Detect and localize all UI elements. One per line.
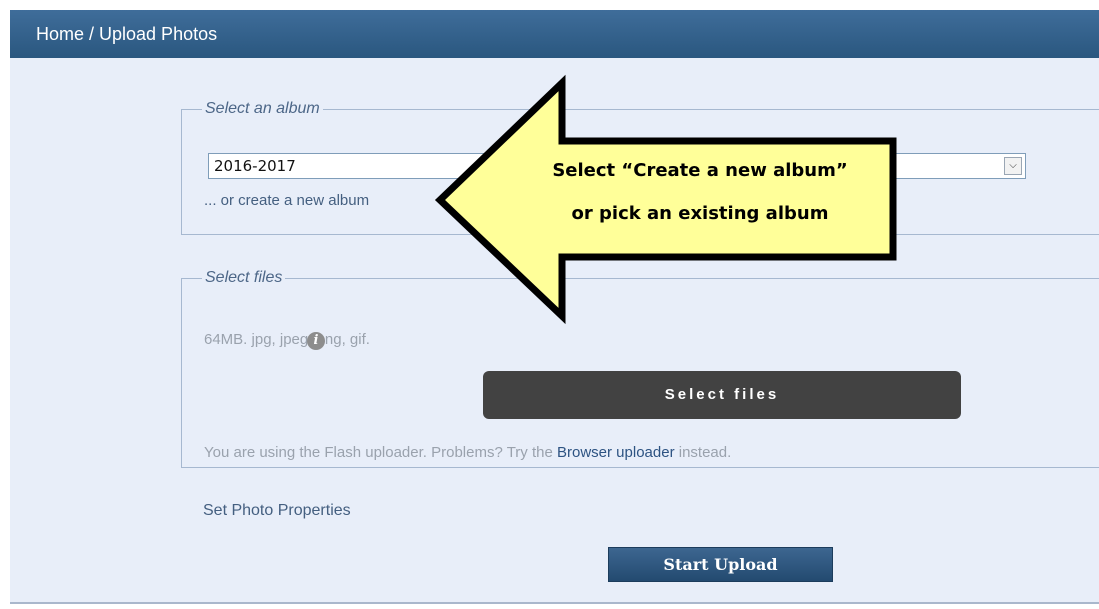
upload-panel: Select an album 2016-2017 ⌵ ... or creat… [10,58,1099,604]
create-new-album-link[interactable]: ... or create a new album [204,192,369,209]
callout-line-2: or pick an existing album [571,203,829,224]
upload-page: Home / Upload Photos Select an album 201… [0,0,1099,609]
chevron-down-icon[interactable]: ⌵ [1004,157,1022,175]
files-section-legend: Select files [205,269,283,286]
breadcrumb-text: Home / Upload Photos [36,24,218,44]
album-section-legend: Select an album [205,100,320,117]
browser-uploader-link[interactable]: Browser uploader [557,444,675,461]
info-icon[interactable]: i [307,332,325,350]
files-section: Select files 64MB. jpg, jpeg, png, gif. … [181,269,1099,468]
album-select-value: 2016-2017 [214,157,296,175]
set-photo-properties-link[interactable]: Set Photo Properties [203,502,351,520]
callout-line-1: Select “Create a new album” [552,160,848,181]
flash-message-prefix: You are using the Flash uploader. Proble… [204,444,557,461]
flash-message-suffix: instead. [674,444,732,461]
select-files-button[interactable]: Select files [483,371,961,419]
breadcrumb: Home / Upload Photos [10,10,1099,58]
file-limits-text: 64MB. jpg, jpeg, png, gif. [204,331,370,348]
flash-uploader-message: You are using the Flash uploader. Proble… [204,444,731,461]
start-upload-button[interactable]: Start Upload [608,547,833,582]
